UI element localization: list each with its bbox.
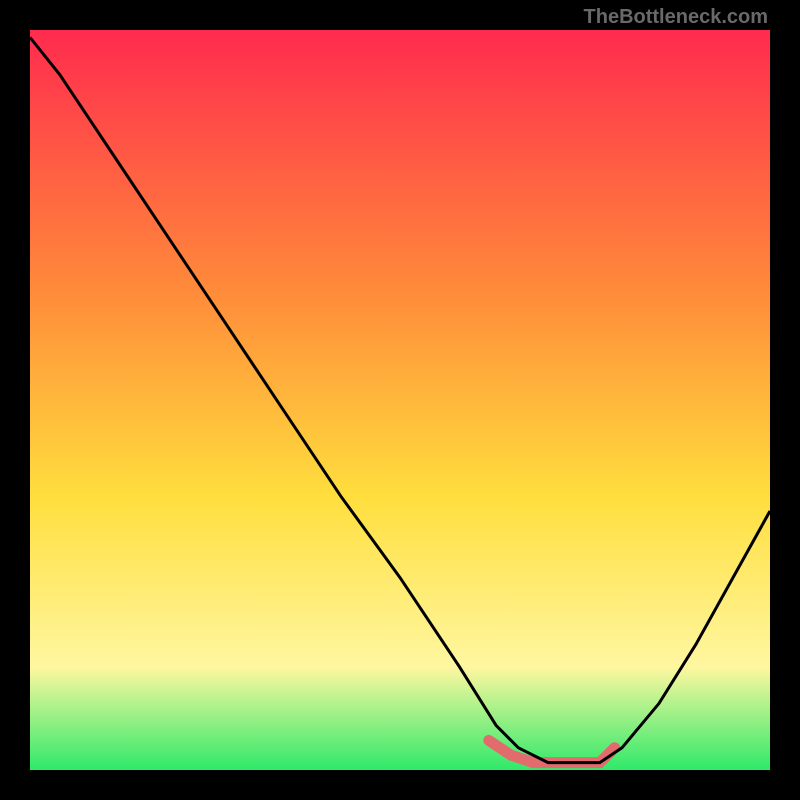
gradient-background: [30, 30, 770, 770]
watermark-text: TheBottleneck.com: [584, 6, 768, 29]
bottleneck-chart: [30, 30, 770, 770]
chart-frame: [30, 30, 770, 770]
